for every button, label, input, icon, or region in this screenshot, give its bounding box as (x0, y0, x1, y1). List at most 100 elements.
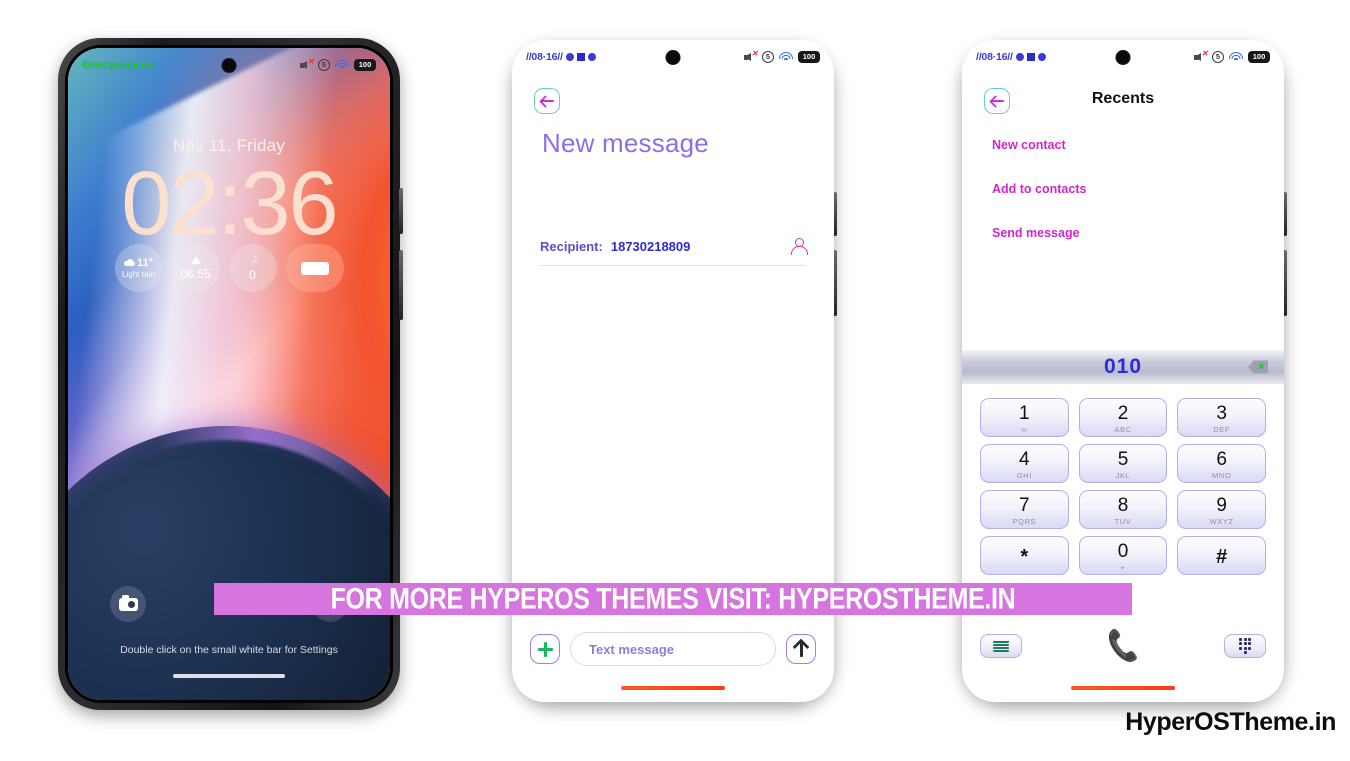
wallpaper-sphere (68, 426, 390, 700)
page-title: New message (542, 128, 709, 158)
dialed-number: 010 (1103, 355, 1143, 378)
dialer-display[interactable]: 010 ✕ (962, 350, 1284, 384)
call-icon[interactable]: 📞 (1104, 628, 1143, 664)
battery-icon: 100 (1248, 51, 1270, 63)
notification-icon-2 (587, 53, 596, 61)
key-2[interactable]: 2 ABC (1078, 398, 1168, 437)
key-1-number: 1 (1019, 403, 1030, 424)
key-5-number: 5 (1117, 449, 1129, 470)
compose-bar: Text message (512, 632, 834, 666)
key-6[interactable]: 6 MNO (1177, 444, 1266, 483)
watermark: HyperOSTheme.in (1125, 708, 1336, 736)
statusbar-left: //08·16// (526, 51, 596, 63)
lockscreen-hint: Double click on the small white bar for … (120, 644, 338, 656)
keypad-toggle-button[interactable] (1224, 634, 1266, 658)
weather-temp-row: 11° (123, 256, 154, 269)
key-hash-number: # (1216, 546, 1228, 568)
key-6-sub: MNO (1212, 471, 1232, 480)
battery-widget[interactable] (285, 244, 344, 292)
keypad-icon (1238, 637, 1252, 655)
moon-icon: ☽ (247, 254, 258, 266)
mute-icon: ✕ (744, 49, 758, 63)
dnd-icon: 5 (318, 59, 330, 71)
sunrise-icon (190, 256, 201, 264)
key-4-sub: GHI (1016, 471, 1032, 480)
menu-item-send-message[interactable]: Send message (992, 226, 1086, 240)
recents-menu: New contact Add to contacts Send message (992, 138, 1086, 270)
wifi-icon (779, 51, 793, 63)
statusbar-left: //08·16// (976, 51, 1046, 63)
lockscreen-clock: 02:36 (121, 154, 338, 254)
key-5[interactable]: 5 JKL (1078, 444, 1168, 483)
menu-item-new-contact[interactable]: New contact (992, 138, 1086, 152)
menu-button[interactable] (980, 634, 1022, 658)
cloud-icon (123, 259, 135, 267)
back-button[interactable] (534, 88, 560, 114)
key-star-number: * (1020, 546, 1029, 568)
key-8[interactable]: 8 TUV (1078, 490, 1168, 529)
add-attachment-button[interactable] (530, 634, 560, 664)
mute-icon: ✕ (300, 57, 314, 71)
front-camera (1115, 50, 1131, 65)
wifi-icon (335, 59, 349, 71)
promo-banner-text: FOR MORE HYPEROS THEMES VISIT: HYPEROSTH… (330, 581, 1016, 615)
weather-temp: 11° (136, 256, 154, 269)
volume-button[interactable] (399, 188, 403, 234)
key-7-number: 7 (1019, 495, 1030, 516)
key-7[interactable]: 7 PQRS (980, 490, 1069, 529)
home-indicator[interactable] (173, 674, 285, 678)
weather-widget[interactable]: 11° Light rain (114, 244, 163, 292)
send-button[interactable] (786, 634, 816, 664)
lockscreen-widget-row: 11° Light rain 06:55 ☽ 0 (68, 244, 390, 292)
key-5-sub: JKL (1115, 471, 1131, 480)
menu-item-add-to-contacts[interactable]: Add to contacts (992, 182, 1086, 196)
recipient-label: Recipient: (540, 239, 603, 254)
battery-pill-icon (300, 261, 329, 275)
key-6-number: 6 (1216, 449, 1227, 470)
key-4-number: 4 (1019, 449, 1030, 470)
message-input[interactable]: Text message (570, 632, 776, 666)
plus-icon (537, 641, 553, 657)
carrier-label: Emergency ca (82, 59, 154, 71)
dialer-action-bar: 📞 (980, 628, 1266, 664)
battery-icon: 100 (798, 51, 820, 63)
key-star[interactable]: * (980, 536, 1069, 575)
sunrise-widget[interactable]: 06:55 (171, 244, 220, 292)
camera-shortcut-button[interactable] (110, 586, 146, 622)
contact-picker-icon[interactable] (791, 238, 808, 255)
key-9-number: 9 (1216, 495, 1227, 516)
key-0-number: 0 (1117, 541, 1129, 562)
send-arrow-icon (799, 641, 803, 657)
wifi-icon (1229, 51, 1243, 63)
camera-icon (118, 594, 138, 611)
key-4[interactable]: 4 GHI (980, 444, 1069, 483)
statusbar-time: //08·16// (976, 51, 1013, 63)
recipient-field[interactable]: Recipient: 18730218809 (540, 238, 808, 266)
power-button[interactable] (399, 250, 403, 320)
recipient-value: 18730218809 (610, 239, 691, 254)
key-1-sub: ∞ (1021, 425, 1028, 434)
backspace-icon[interactable]: ✕ (1248, 360, 1268, 374)
key-9[interactable]: 9 WXYZ (1177, 490, 1266, 529)
key-2-sub: ABC (1114, 425, 1132, 434)
dialer-keypad: 1 ∞ 2 ABC 3 DEF 4 GHI 5 JKL 6 MNO 7 PQRS… (980, 398, 1266, 575)
home-indicator[interactable] (1071, 686, 1175, 690)
front-camera (221, 58, 237, 73)
key-8-sub: TUV (1114, 517, 1132, 526)
notification-icon (565, 53, 574, 61)
key-hash[interactable]: # (1177, 536, 1266, 575)
key-0[interactable]: 0 + (1078, 536, 1168, 575)
key-9-sub: WXYZ (1209, 517, 1234, 526)
dnd-icon: 5 (1212, 51, 1224, 63)
key-3-sub: DEF (1213, 425, 1231, 434)
notification-icon (1015, 53, 1024, 61)
notification-icon-2 (1037, 53, 1046, 61)
key-1[interactable]: 1 ∞ (980, 398, 1069, 437)
key-0-sub: + (1120, 563, 1126, 572)
home-indicator[interactable] (621, 686, 725, 690)
lockscreen-date: Nov 11, Friday (172, 136, 286, 155)
key-3[interactable]: 3 DEF (1177, 398, 1266, 437)
key-2-number: 2 (1117, 403, 1129, 424)
sleep-widget[interactable]: ☽ 0 (228, 244, 277, 292)
sleep-value: 0 (249, 268, 256, 282)
